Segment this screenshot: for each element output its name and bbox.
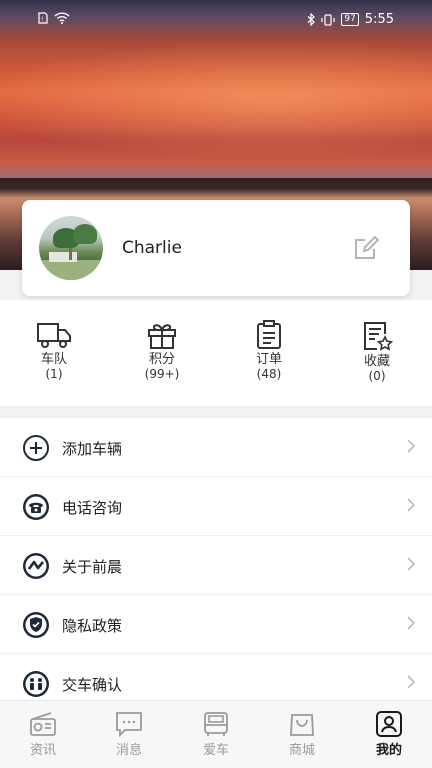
- bus-icon: [204, 712, 228, 736]
- clipboard-icon: [257, 320, 281, 349]
- quick-link-count: (1): [45, 367, 63, 381]
- quick-link-count: (0): [368, 369, 386, 383]
- vibrate-icon: [321, 13, 335, 26]
- plus-circle-icon: [23, 435, 49, 461]
- menu-item-label: 交车确认: [62, 676, 123, 694]
- wifi-icon: [54, 12, 70, 24]
- menu-item-label: 添加车辆: [62, 440, 123, 458]
- handover-icon: [23, 671, 49, 697]
- message-icon: [116, 712, 142, 737]
- quick-link-fleet[interactable]: 车队 (1): [19, 320, 89, 381]
- chevron-right-icon: [407, 616, 416, 630]
- menu-item-label: 电话咨询: [62, 499, 123, 517]
- clock: 5:55: [364, 12, 394, 27]
- radio-icon: [30, 712, 56, 736]
- quick-link-label: 车队: [40, 352, 67, 367]
- bluetooth-icon: [307, 13, 316, 26]
- tab-shop[interactable]: 商城: [272, 711, 332, 758]
- chevron-right-icon: [407, 557, 416, 571]
- quick-link-points[interactable]: 积分 (99+): [127, 320, 197, 381]
- menu-item-privacy-policy[interactable]: 隐私政策: [0, 595, 432, 654]
- menu-item-label: 隐私政策: [62, 617, 123, 635]
- tab-label: 爱车: [202, 743, 229, 758]
- shield-icon: [23, 612, 49, 638]
- avatar[interactable]: [39, 216, 103, 280]
- phone-icon: [23, 494, 49, 520]
- tab-label: 资讯: [29, 743, 56, 758]
- quick-link-label: 订单: [255, 352, 282, 367]
- tab-label: 商城: [288, 743, 315, 758]
- quick-link-count: (48): [256, 367, 282, 381]
- battery-icon: 97: [341, 13, 359, 26]
- brand-logo-icon: [23, 553, 49, 579]
- chevron-right-icon: [407, 439, 416, 453]
- tab-messages[interactable]: 消息: [99, 711, 159, 758]
- bottom-tab-bar: 资讯 消息 爱车 商城 我的: [0, 700, 432, 768]
- chevron-right-icon: [407, 675, 416, 689]
- menu-item-phone-consult[interactable]: 电话咨询: [0, 477, 432, 536]
- chevron-right-icon: [407, 498, 416, 512]
- tab-news[interactable]: 资讯: [13, 711, 73, 758]
- quick-link-label: 收藏: [363, 354, 390, 369]
- truck-icon: [37, 323, 71, 348]
- quick-link-count: (99+): [144, 367, 180, 381]
- quick-link-favorites[interactable]: 收藏 (0): [342, 320, 412, 383]
- tab-me[interactable]: 我的: [359, 711, 419, 758]
- menu-item-add-vehicle[interactable]: 添加车辆: [0, 418, 432, 477]
- menu-item-about[interactable]: 关于前晨: [0, 536, 432, 595]
- tab-label: 消息: [115, 743, 142, 758]
- svg-text:!: !: [41, 16, 43, 23]
- favorite-doc-icon: [364, 322, 393, 351]
- menu-item-label: 关于前晨: [62, 558, 123, 576]
- sim-icon: !: [38, 12, 48, 24]
- quick-link-label: 积分: [148, 352, 175, 367]
- settings-menu: 添加车辆 电话咨询 关于前晨 隐私政策 交车确认: [0, 418, 432, 713]
- quick-link-orders[interactable]: 订单 (48): [234, 320, 304, 381]
- quick-links-row: 车队 (1) 积分 (99+) 订单 (48) 收藏 (0): [0, 300, 432, 406]
- edit-icon[interactable]: [352, 234, 380, 262]
- username: Charlie: [122, 238, 182, 258]
- tab-my-vehicle[interactable]: 爱车: [186, 711, 246, 758]
- status-bar: ! 97 5:55: [0, 0, 432, 40]
- user-icon: [376, 711, 402, 737]
- tab-label: 我的: [375, 743, 402, 758]
- gift-icon: [148, 324, 176, 349]
- profile-card[interactable]: Charlie: [22, 200, 410, 296]
- shopping-bag-icon: [290, 714, 314, 736]
